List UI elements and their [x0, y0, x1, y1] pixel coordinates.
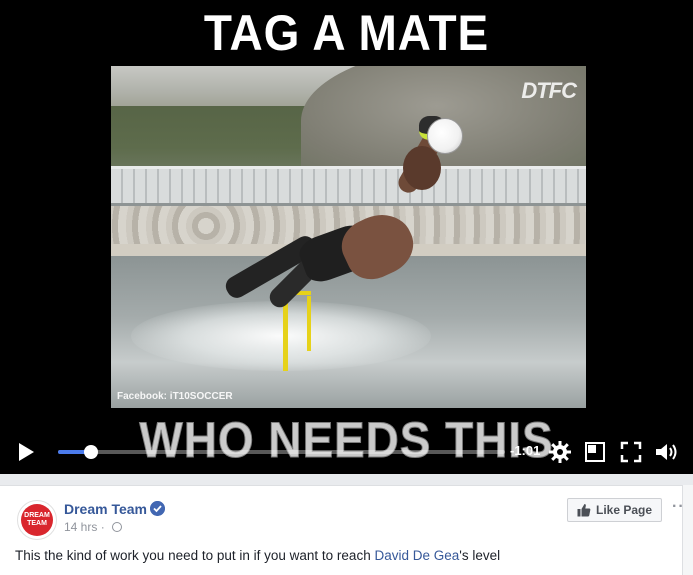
water-splash: [131, 301, 431, 371]
post-text-before: This the kind of work you need to put in…: [15, 548, 375, 563]
soccer-ball-icon: [427, 118, 463, 154]
avatar[interactable]: DREAM TEAM: [17, 500, 57, 540]
picture-in-picture-icon[interactable]: [584, 441, 606, 463]
post-text: This the kind of work you need to put in…: [15, 548, 500, 563]
video-frame-credit: Facebook: iT10SOCCER: [117, 391, 233, 402]
gear-icon[interactable]: [548, 440, 572, 464]
video-player[interactable]: TAG A MATE DTFC Facebook: iT10SOCCER WHO…: [0, 0, 693, 474]
like-page-label: Like Page: [596, 503, 653, 517]
meta-separator: ·: [100, 520, 105, 534]
progress-handle[interactable]: [83, 445, 98, 459]
video-caption-top: TAG A MATE: [203, 5, 490, 61]
video-watermark: DTFC: [521, 78, 577, 103]
post-card: DREAM TEAM Dream Team 14 hrs · Like Page…: [0, 485, 693, 575]
page-name-link[interactable]: Dream Team: [64, 501, 147, 517]
video-controls: -1:01: [0, 430, 693, 474]
post-timestamp[interactable]: 14 hrs: [64, 520, 97, 534]
avatar-text: DREAM TEAM: [24, 512, 50, 527]
scrollbar[interactable]: [682, 485, 693, 575]
background-building: [111, 166, 586, 206]
keeper-head: [403, 146, 441, 190]
progress-bar[interactable]: [58, 445, 505, 459]
play-icon[interactable]: [16, 442, 36, 462]
fullscreen-icon[interactable]: [620, 441, 642, 463]
thumbs-up-icon: [577, 504, 591, 517]
post-meta: 14 hrs ·: [64, 520, 123, 534]
verified-badge-icon: [150, 501, 165, 516]
time-remaining: -1:01: [510, 443, 541, 458]
like-page-button[interactable]: Like Page: [567, 498, 662, 522]
post-text-after: 's level: [459, 548, 501, 563]
video-frame[interactable]: DTFC Facebook: iT10SOCCER: [111, 66, 586, 408]
progress-fill: [58, 450, 86, 454]
mention-link[interactable]: David De Gea: [374, 548, 459, 563]
hurdle-pole: [307, 296, 311, 351]
avatar-badge: DREAM TEAM: [21, 504, 53, 536]
globe-icon: [112, 522, 123, 532]
volume-icon[interactable]: [654, 441, 680, 463]
